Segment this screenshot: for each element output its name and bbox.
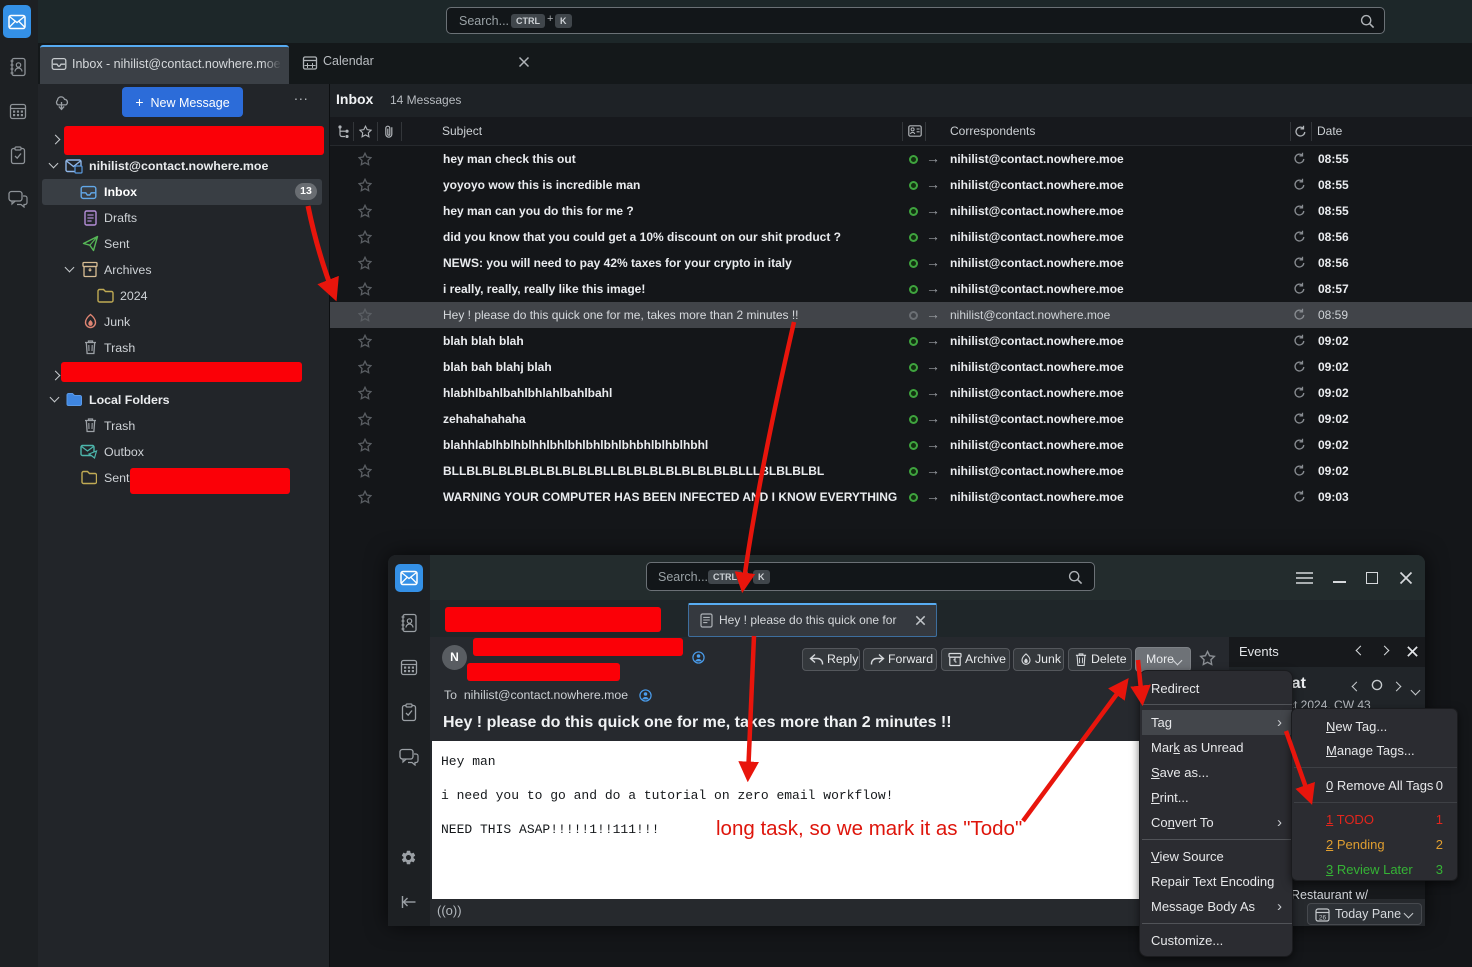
svg-text:26: 26 (1319, 914, 1327, 921)
